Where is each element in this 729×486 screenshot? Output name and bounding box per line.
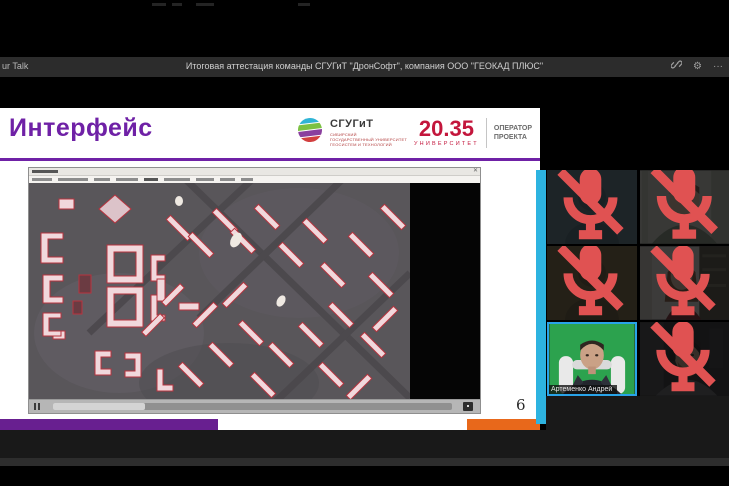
u2035-label: УНИВЕРСИТЕТ [414, 141, 479, 147]
aerial-map-view [29, 183, 410, 400]
gis-app-window: ✕ [28, 167, 481, 414]
slide-logos: СГУГиТ СИБИРСКИЙ ГОСУДАРСТВЕННЫЙ УНИВЕРС… [297, 117, 532, 148]
participant-tile-artemenko[interactable]: Артеменко Андрей [547, 322, 637, 396]
participant-label: Запись [547, 170, 637, 244]
cyan-side-strip [536, 170, 546, 424]
sgugit-name: СГУГиТ [330, 118, 407, 130]
sgugit-sub3: ГЕОСИСТЕМ И ТЕХНОЛОГИЙ [330, 142, 407, 147]
logo-divider [486, 118, 487, 148]
slide-footer-purple-bar [0, 419, 218, 430]
participant-tile-bakulin[interactable]: Владимир Бакулин, Гео... [640, 170, 729, 244]
participant-label: Артеменко Андрей [549, 385, 617, 394]
sgugit-logo-text: СГУГиТ СИБИРСКИЙ ГОСУДАРСТВЕННЫЙ УНИВЕРС… [330, 118, 407, 147]
pause-icon [34, 403, 41, 410]
top-artifact [196, 3, 214, 6]
participant-label: Олеся Козина [640, 246, 729, 320]
top-artifact [172, 3, 182, 6]
bottom-dark-band-right [546, 396, 729, 430]
bottom-gray-strip [0, 458, 729, 466]
slide-divider-rule [0, 158, 540, 161]
mic-off-icon [642, 246, 724, 319]
operator-line2: ПРОЕКТА [494, 133, 532, 142]
video-player-bar [29, 399, 480, 413]
sgugit-globe-icon [297, 117, 323, 148]
participant-name: Артеменко Андрей [551, 386, 612, 393]
participant-tile-oznobishina[interactable]: Татьяна Ознобишина [547, 246, 637, 320]
top-artifact [152, 3, 166, 6]
slide-title: Интерфейс [9, 114, 153, 143]
mic-off-icon [642, 322, 724, 395]
u2035-number: 20.35 [414, 118, 479, 140]
gis-window-titlebar: ✕ [29, 168, 480, 176]
participant-label: Татьяна Ознобишина [547, 246, 637, 320]
video-progress-fill [53, 403, 145, 410]
map-empty-area [410, 183, 480, 400]
mic-off-icon [549, 246, 632, 319]
bottom-dark-band [0, 430, 729, 458]
slide-page-number: 6 [516, 396, 526, 414]
gis-window-menubar [29, 176, 480, 183]
operator-label: ОПЕРАТОР ПРОЕКТА [494, 124, 532, 142]
participant-label: Владимир Рыжков [640, 322, 729, 396]
window-close-icon: ✕ [473, 168, 478, 175]
meeting-app-window: ur Talk Итоговая аттестация команды СГУГ… [0, 0, 729, 486]
meeting-titlebar: ur Talk Итоговая аттестация команды СГУГ… [0, 57, 729, 77]
more-icon[interactable]: ··· [713, 59, 723, 75]
link-icon[interactable] [671, 59, 682, 76]
participant-tile-ryzhkov[interactable]: Владимир Рыжков [640, 322, 729, 396]
participant-label: Владимир Бакулин, Гео... [640, 170, 729, 244]
u2035-logo: 20.35 УНИВЕРСИТЕТ [414, 118, 479, 147]
gear-icon[interactable]: ⚙ [693, 59, 702, 75]
mic-off-icon [642, 170, 727, 243]
participant-tile-recording[interactable]: Запись [547, 170, 637, 244]
video-progress-track [53, 403, 452, 410]
video-options-icon [463, 402, 473, 411]
top-artifact [298, 3, 310, 6]
operator-line1: ОПЕРАТОР [494, 124, 532, 133]
shared-slide: Интерфейс СГУГиТ СИБИРСКИЙ ГОСУДА [0, 108, 540, 430]
aerial-map-image [29, 183, 410, 400]
meeting-title: Итоговая аттестация команды СГУГиТ "Дрон… [0, 61, 729, 71]
participant-tile-kozina[interactable]: Олеся Козина [640, 246, 729, 320]
slide-footer-orange-bar [467, 419, 540, 430]
mic-off-icon [549, 170, 632, 243]
participant-video [549, 324, 635, 394]
